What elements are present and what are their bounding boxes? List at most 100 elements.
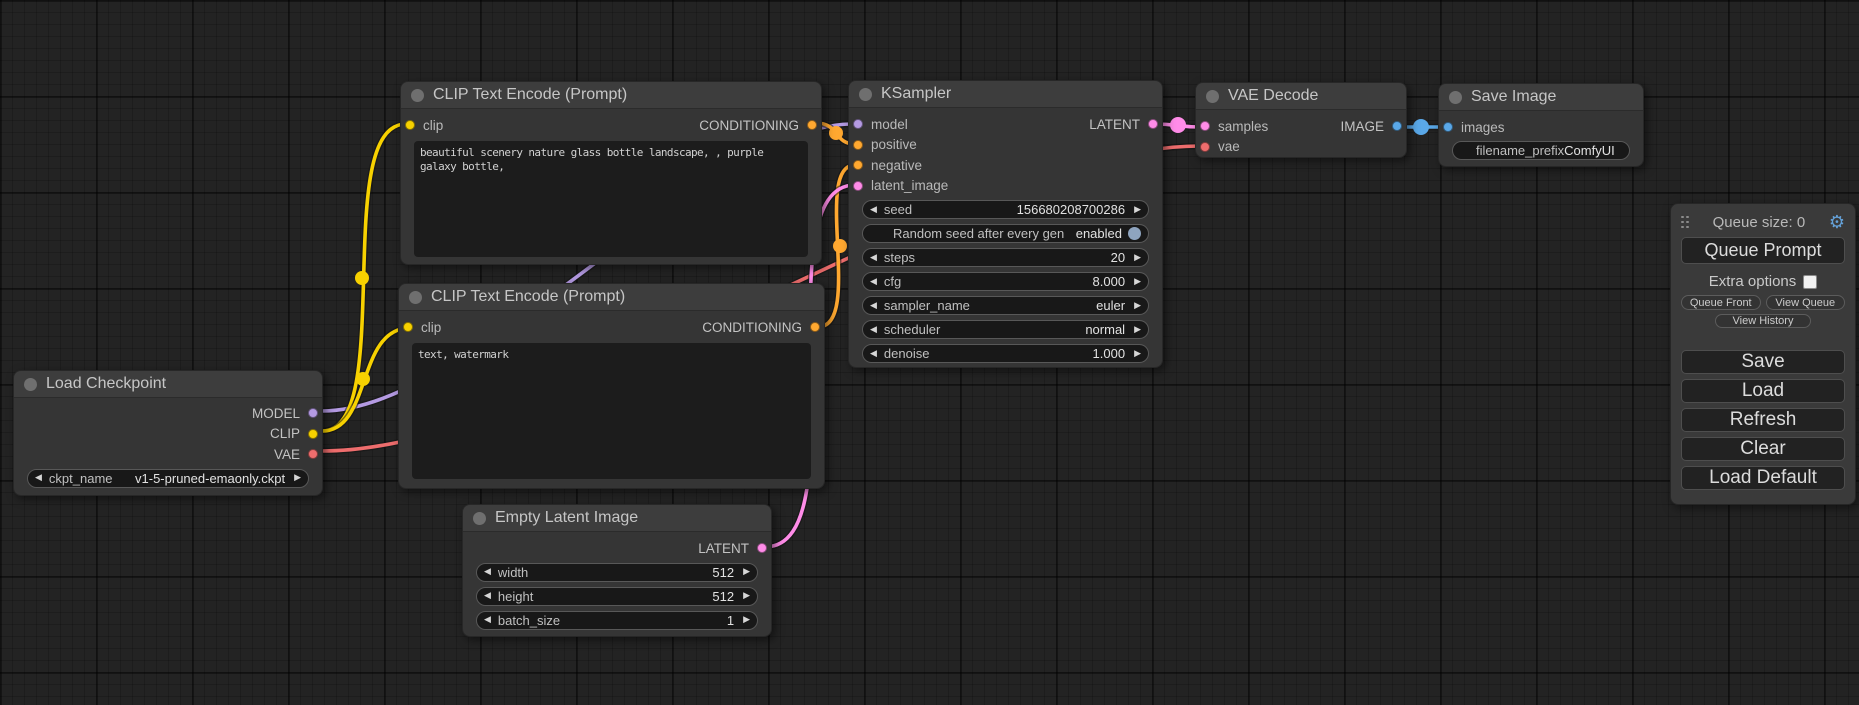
- right-arrow-icon[interactable]: ▶: [743, 567, 750, 577]
- slot-dot[interactable]: [308, 449, 318, 459]
- node-title-bar[interactable]: KSampler: [849, 81, 1162, 108]
- input-slot-images[interactable]: images: [1439, 117, 1643, 138]
- slot-dot[interactable]: [1200, 121, 1210, 131]
- widget-denoise[interactable]: ◀ denoise 1.000 ▶: [862, 344, 1149, 363]
- slot-dot[interactable]: [1392, 121, 1402, 131]
- collapse-dot-icon[interactable]: [859, 88, 872, 101]
- right-arrow-icon[interactable]: ▶: [1134, 301, 1141, 311]
- left-arrow-icon[interactable]: ◀: [870, 349, 877, 359]
- slot-dot[interactable]: [308, 429, 318, 439]
- load-default-button[interactable]: Load Default: [1681, 466, 1845, 490]
- slot-dot[interactable]: [853, 119, 863, 129]
- input-slot-vae[interactable]: vae: [1196, 137, 1406, 158]
- input-slot-clip[interactable]: clip: [403, 320, 441, 335]
- output-slot-latent[interactable]: LATENT: [1032, 114, 1162, 135]
- collapse-dot-icon[interactable]: [24, 378, 37, 391]
- right-arrow-icon[interactable]: ▶: [1134, 325, 1141, 335]
- slot-dot[interactable]: [757, 543, 767, 553]
- slot-dot[interactable]: [308, 408, 318, 418]
- widget-cfg[interactable]: ◀ cfg 8.000 ▶: [862, 272, 1149, 291]
- node-title-bar[interactable]: Empty Latent Image: [463, 505, 771, 532]
- widget-random-seed-toggle[interactable]: Random seed after every gen enabled: [862, 224, 1149, 243]
- widget-filename-prefix[interactable]: filename_prefix ComfyUI: [1452, 141, 1630, 160]
- prompt-textarea[interactable]: beautiful scenery nature glass bottle la…: [414, 141, 808, 257]
- node-vae-decode[interactable]: VAE Decode IMAGE samples vae: [1195, 82, 1407, 158]
- slot-dot[interactable]: [853, 160, 863, 170]
- input-slot-clip[interactable]: clip: [405, 118, 443, 133]
- widget-steps[interactable]: ◀ steps 20 ▶: [862, 248, 1149, 267]
- toggle-icon[interactable]: [1128, 227, 1141, 240]
- widget-width[interactable]: ◀ width 512 ▶: [476, 563, 758, 582]
- right-arrow-icon[interactable]: ▶: [1134, 277, 1141, 287]
- node-title-bar[interactable]: Save Image: [1439, 84, 1643, 111]
- widget-sampler-name[interactable]: ◀ sampler_name euler ▶: [862, 296, 1149, 315]
- slot-dot[interactable]: [403, 322, 413, 332]
- input-slot-negative[interactable]: negative: [849, 155, 1162, 176]
- node-save-image[interactable]: Save Image images filename_prefix ComfyU…: [1438, 83, 1644, 167]
- node-title-bar[interactable]: VAE Decode: [1196, 83, 1406, 110]
- widget-scheduler[interactable]: ◀ scheduler normal ▶: [862, 320, 1149, 339]
- left-arrow-icon[interactable]: ◀: [484, 615, 491, 625]
- collapse-dot-icon[interactable]: [1449, 91, 1462, 104]
- right-arrow-icon[interactable]: ▶: [743, 615, 750, 625]
- prompt-textarea[interactable]: text, watermark: [412, 343, 811, 479]
- gear-icon[interactable]: ⚙: [1829, 213, 1845, 231]
- refresh-button[interactable]: Refresh: [1681, 408, 1845, 432]
- node-ksampler[interactable]: KSampler LATENT model positive negative …: [848, 80, 1163, 368]
- view-queue-button[interactable]: View Queue: [1766, 295, 1846, 310]
- right-arrow-icon[interactable]: ▶: [1134, 205, 1141, 215]
- right-arrow-icon[interactable]: ▶: [743, 591, 750, 601]
- right-arrow-icon[interactable]: ▶: [1134, 349, 1141, 359]
- left-arrow-icon[interactable]: ◀: [870, 301, 877, 311]
- widget-batch-size[interactable]: ◀ batch_size 1 ▶: [476, 611, 758, 630]
- node-title-bar[interactable]: CLIP Text Encode (Prompt): [401, 82, 821, 109]
- slot-dot[interactable]: [810, 322, 820, 332]
- widget-height[interactable]: ◀ height 512 ▶: [476, 587, 758, 606]
- output-slot-model[interactable]: MODEL: [14, 403, 322, 424]
- left-arrow-icon[interactable]: ◀: [870, 205, 877, 215]
- slot-dot[interactable]: [807, 120, 817, 130]
- node-load-checkpoint[interactable]: Load Checkpoint MODEL CLIP VAE ◀ ckpt_na…: [13, 370, 323, 496]
- right-arrow-icon[interactable]: ▶: [294, 473, 301, 483]
- left-arrow-icon[interactable]: ◀: [870, 253, 877, 263]
- input-slot-latent-image[interactable]: latent_image: [849, 176, 1162, 197]
- widget-seed[interactable]: ◀ seed 156680208700286 ▶: [862, 200, 1149, 219]
- output-slot-clip[interactable]: CLIP: [14, 424, 322, 445]
- left-arrow-icon[interactable]: ◀: [870, 277, 877, 287]
- node-clip-text-encode-positive[interactable]: CLIP Text Encode (Prompt) clip CONDITION…: [400, 81, 822, 265]
- slot-dot[interactable]: [405, 120, 415, 130]
- left-arrow-icon[interactable]: ◀: [484, 567, 491, 577]
- node-empty-latent-image[interactable]: Empty Latent Image LATENT ◀ width 512 ▶ …: [462, 504, 772, 637]
- load-button[interactable]: Load: [1681, 379, 1845, 403]
- collapse-dot-icon[interactable]: [409, 291, 422, 304]
- input-slot-positive[interactable]: positive: [849, 135, 1162, 156]
- collapse-dot-icon[interactable]: [473, 512, 486, 525]
- left-arrow-icon[interactable]: ◀: [870, 325, 877, 335]
- slot-dot[interactable]: [1443, 122, 1453, 132]
- clear-button[interactable]: Clear: [1681, 437, 1845, 461]
- output-slot-latent[interactable]: LATENT: [463, 538, 771, 559]
- node-title-bar[interactable]: CLIP Text Encode (Prompt): [399, 284, 824, 311]
- view-history-button[interactable]: View History: [1715, 314, 1811, 328]
- queue-front-button[interactable]: Queue Front: [1681, 295, 1761, 310]
- node-clip-text-encode-negative[interactable]: CLIP Text Encode (Prompt) clip CONDITION…: [398, 283, 825, 489]
- widget-ckpt-name[interactable]: ◀ ckpt_name v1-5-pruned-emaonly.ckpt ▶: [27, 469, 309, 488]
- output-slot-conditioning[interactable]: CONDITIONING: [702, 320, 820, 335]
- left-arrow-icon[interactable]: ◀: [484, 591, 491, 601]
- queue-prompt-button[interactable]: Queue Prompt: [1681, 237, 1845, 264]
- slot-dot[interactable]: [853, 181, 863, 191]
- save-button[interactable]: Save: [1681, 350, 1845, 374]
- slot-dot[interactable]: [1200, 142, 1210, 152]
- extra-options-checkbox[interactable]: [1803, 275, 1817, 289]
- output-slot-vae[interactable]: VAE: [14, 444, 322, 465]
- output-slot-image[interactable]: IMAGE: [1316, 116, 1406, 137]
- output-slot-conditioning[interactable]: CONDITIONING: [699, 118, 817, 133]
- drag-handle-icon[interactable]: [1681, 216, 1689, 229]
- collapse-dot-icon[interactable]: [411, 89, 424, 102]
- collapse-dot-icon[interactable]: [1206, 90, 1219, 103]
- node-graph-canvas[interactable]: Load Checkpoint MODEL CLIP VAE ◀ ckpt_na…: [0, 0, 1859, 705]
- slot-dot[interactable]: [853, 140, 863, 150]
- right-arrow-icon[interactable]: ▶: [1134, 253, 1141, 263]
- left-arrow-icon[interactable]: ◀: [35, 473, 42, 483]
- node-title-bar[interactable]: Load Checkpoint: [14, 371, 322, 398]
